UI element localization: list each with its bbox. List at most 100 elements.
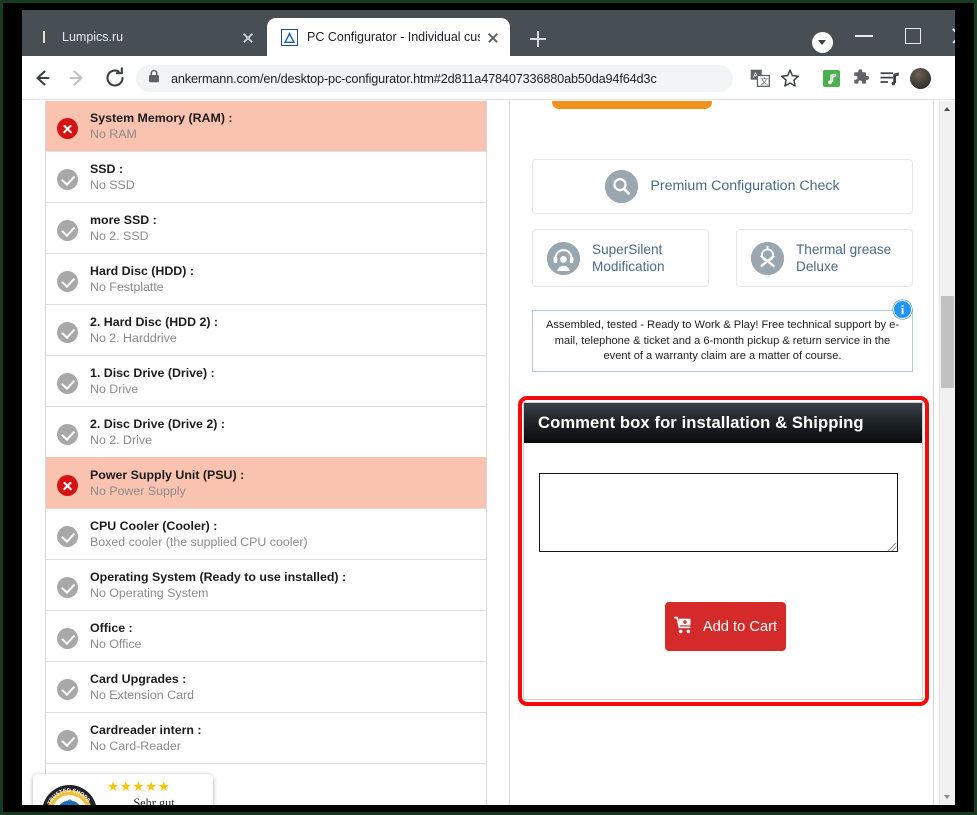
config-row-label: 2. Hard Disc (HDD 2) : [90,315,219,329]
config-row-value: No 2. Harddrive [90,331,177,345]
close-window-button[interactable] [938,20,955,50]
config-row[interactable]: CPU Cooler (Cooler) : Boxed cooler (the s… [46,508,486,559]
svg-text:文: 文 [760,76,768,86]
lock-icon [148,69,161,88]
puzzle-icon[interactable] [851,69,870,88]
scroll-up-arrow-icon[interactable] [940,101,955,117]
config-row[interactable]: 2. Hard Disc (HDD 2) : No 2. Harddrive [46,304,486,355]
config-row-label: Power Supply Unit (PSU) : [90,468,245,482]
config-row-texts: more SSD : No 2. SSD [90,211,480,245]
config-row-texts: Power Supply Unit (PSU) : No Power Supply [90,466,480,500]
service-info-box: Assembled, tested - Ready to Work & Play… [532,310,913,372]
config-row[interactable]: System Memory (RAM) : No RAM [46,101,486,151]
check-circle-icon [57,730,78,751]
browser-tab-pc-configurator[interactable]: PC Configurator - Individual cust [267,18,510,56]
supersilent-modification-card[interactable]: SuperSilent Modification [532,229,709,287]
check-circle-icon [57,169,78,190]
star-icon[interactable] [780,68,800,88]
trusted-shops-badge[interactable]: e e TRUSTED SHOPS GUARANTEE [33,774,213,805]
config-row[interactable]: Cardreader intern : No Card-Reader [46,712,486,763]
check-circle-icon [57,628,78,649]
page-scrollbar[interactable] [939,101,955,805]
tab-strip: Lumpics.ru PC Configurator - Individual … [22,10,955,56]
config-row[interactable]: 2. Disc Drive (Drive 2) : No 2. Drive [46,406,486,457]
comment-textarea[interactable] [539,473,898,552]
config-row-texts: SSD : No SSD [90,160,480,194]
three-dot-menu-icon[interactable] [947,67,955,89]
forward-arrow-icon[interactable] [62,63,92,93]
error-circle-icon [57,118,78,139]
config-row-label: System Memory (RAM) : [90,111,233,125]
url-text: ankermann.com/en/desktop-pc-configurator… [171,71,657,86]
config-row[interactable]: Operating System (Ready to use installed… [46,559,486,610]
avatar[interactable] [910,68,931,89]
trusted-shops-seal-icon: e e TRUSTED SHOPS GUARANTEE [41,784,98,805]
config-row-texts: Card Upgrades : No Extension Card [90,670,480,704]
comment-box-title: Comment box for installation & Shipping [538,413,864,432]
address-bar[interactable]: ankermann.com/en/desktop-pc-configurator… [136,65,733,92]
config-row-label: Hard Disc (HDD) : [90,264,194,278]
thermal-grease-deluxe-card[interactable]: Thermal grease Deluxe [736,229,913,287]
config-row-value: No 2. Drive [90,433,152,447]
back-arrow-icon[interactable] [27,63,57,93]
config-row-texts: System Memory (RAM) : No RAM [90,109,480,143]
config-row-label: Operating System (Ready to use installed… [90,570,347,584]
headset-icon [547,241,580,275]
config-row[interactable]: Card Upgrades : No Extension Card [46,661,486,712]
check-circle-icon [57,424,78,445]
check-circle-icon [57,679,78,700]
config-row[interactable]: Office : No Office [46,610,486,661]
desktop-background: Lumpics.ru PC Configurator - Individual … [0,0,977,815]
maximize-button[interactable] [890,20,935,50]
reload-icon[interactable] [100,63,130,93]
config-row-value: No Festplatte [90,280,164,294]
thermal-grease-label: Thermal grease Deluxe [796,242,892,274]
close-icon[interactable] [484,28,502,46]
music-note-icon[interactable] [823,70,840,87]
config-row[interactable]: Hard Disc (HDD) : No Festplatte [46,253,486,304]
check-circle-icon [57,577,78,598]
minimize-button[interactable] [842,20,887,50]
config-row-label: 1. Disc Drive (Drive) : [90,366,215,380]
config-row-texts: Hard Disc (HDD) : No Festplatte [90,262,480,296]
browser-tab-lumpics[interactable]: Lumpics.ru [22,18,265,56]
config-row[interactable]: Power Supply Unit (PSU) : No Power Supply [46,457,486,508]
comment-box-panel: Comment box for installation & Shipping [523,402,923,700]
shopping-cart-icon [673,616,694,637]
comment-box-header: Comment box for installation & Shipping [524,403,922,443]
check-circle-icon [57,373,78,394]
scroll-down-arrow-icon[interactable] [940,789,955,805]
playlist-add-icon[interactable] [879,69,899,88]
config-row-label: more SSD : [90,213,157,227]
info-badge-glyph: i [900,302,905,317]
chevron-down-icon[interactable] [812,32,833,53]
close-icon[interactable] [239,28,257,46]
add-to-cart-label: Add to Cart [702,618,778,635]
info-circle-icon[interactable]: i [893,300,912,319]
check-circle-icon [57,220,78,241]
supersilent-label: SuperSilent Modification [592,242,665,274]
check-circle-icon [57,526,78,547]
add-to-cart-button[interactable]: Add to Cart [665,602,786,651]
config-row-value: No RAM [90,127,137,141]
check-circle-icon [57,322,78,343]
tools-icon [751,241,784,275]
config-row-value: Boxed cooler (the supplied CPU cooler) [90,535,308,549]
config-row-value: No Drive [90,382,139,396]
config-row[interactable]: SSD : No SSD [46,151,486,202]
translate-icon[interactable]: A 文 [750,69,770,87]
svg-text:e: e [64,803,74,805]
config-row[interactable]: more SSD : No 2. SSD [46,202,486,253]
check-circle-icon [57,271,78,292]
new-tab-button[interactable] [524,25,552,53]
orange-action-button[interactable] [552,101,712,109]
scrollbar-thumb[interactable] [941,296,954,388]
config-row[interactable]: 1. Disc Drive (Drive) : No Drive [46,355,486,406]
blue-delta-icon [281,28,298,46]
config-row-value: No 2. SSD [90,229,149,243]
config-row-label: Cardreader intern : [90,723,202,737]
config-row-label: Card Upgrades : [90,672,187,686]
config-row-texts: Operating System (Ready to use installed… [90,568,480,602]
premium-configuration-check-card[interactable]: Premium Configuration Check [532,159,913,214]
service-info-text: Assembled, tested - Ready to Work & Play… [545,319,900,362]
